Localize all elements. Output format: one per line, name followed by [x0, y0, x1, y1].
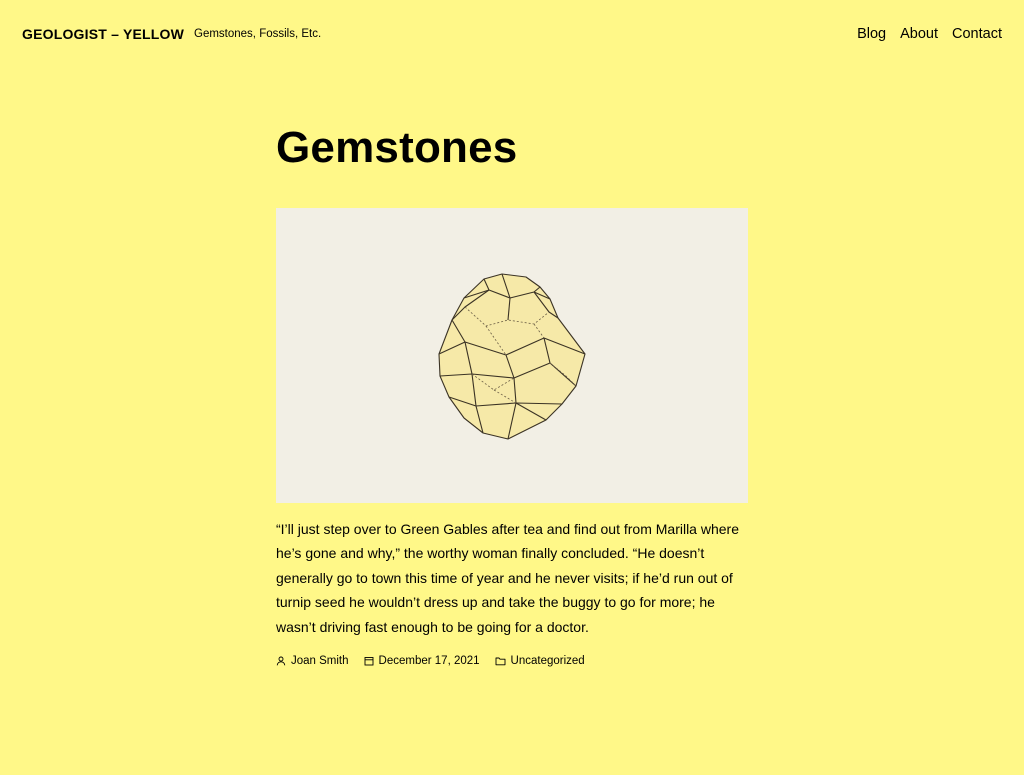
calendar-icon — [364, 657, 373, 666]
site-header: GEOLOGIST – YELLOW Gemstones, Fossils, E… — [0, 0, 1024, 70]
post-category: Uncategorized — [495, 655, 585, 667]
author-link[interactable]: Joan Smith — [291, 655, 349, 667]
site-tagline: Gemstones, Fossils, Etc. — [194, 28, 322, 40]
featured-image[interactable] — [276, 208, 748, 503]
post-date: December 17, 2021 — [364, 655, 480, 667]
site-title[interactable]: GEOLOGIST – YELLOW — [22, 26, 184, 42]
crystal-illustration — [438, 273, 586, 440]
user-icon — [276, 656, 286, 666]
post-title: Gemstones — [276, 123, 518, 172]
main-navigation: Blog About Contact — [857, 26, 1002, 42]
category-link[interactable]: Uncategorized — [511, 655, 585, 667]
post-meta: Joan Smith December 17, 2021 Uncategoriz… — [276, 655, 600, 667]
post-excerpt: “I’ll just step over to Green Gables aft… — [276, 521, 739, 635]
nav-item-contact[interactable]: Contact — [952, 26, 1002, 42]
nav-item-blog[interactable]: Blog — [857, 26, 886, 42]
crystal-outline — [438, 273, 586, 440]
nav-item-about[interactable]: About — [900, 26, 938, 42]
post-author: Joan Smith — [276, 655, 349, 667]
date-link[interactable]: December 17, 2021 — [379, 655, 480, 667]
folder-icon — [495, 657, 505, 666]
